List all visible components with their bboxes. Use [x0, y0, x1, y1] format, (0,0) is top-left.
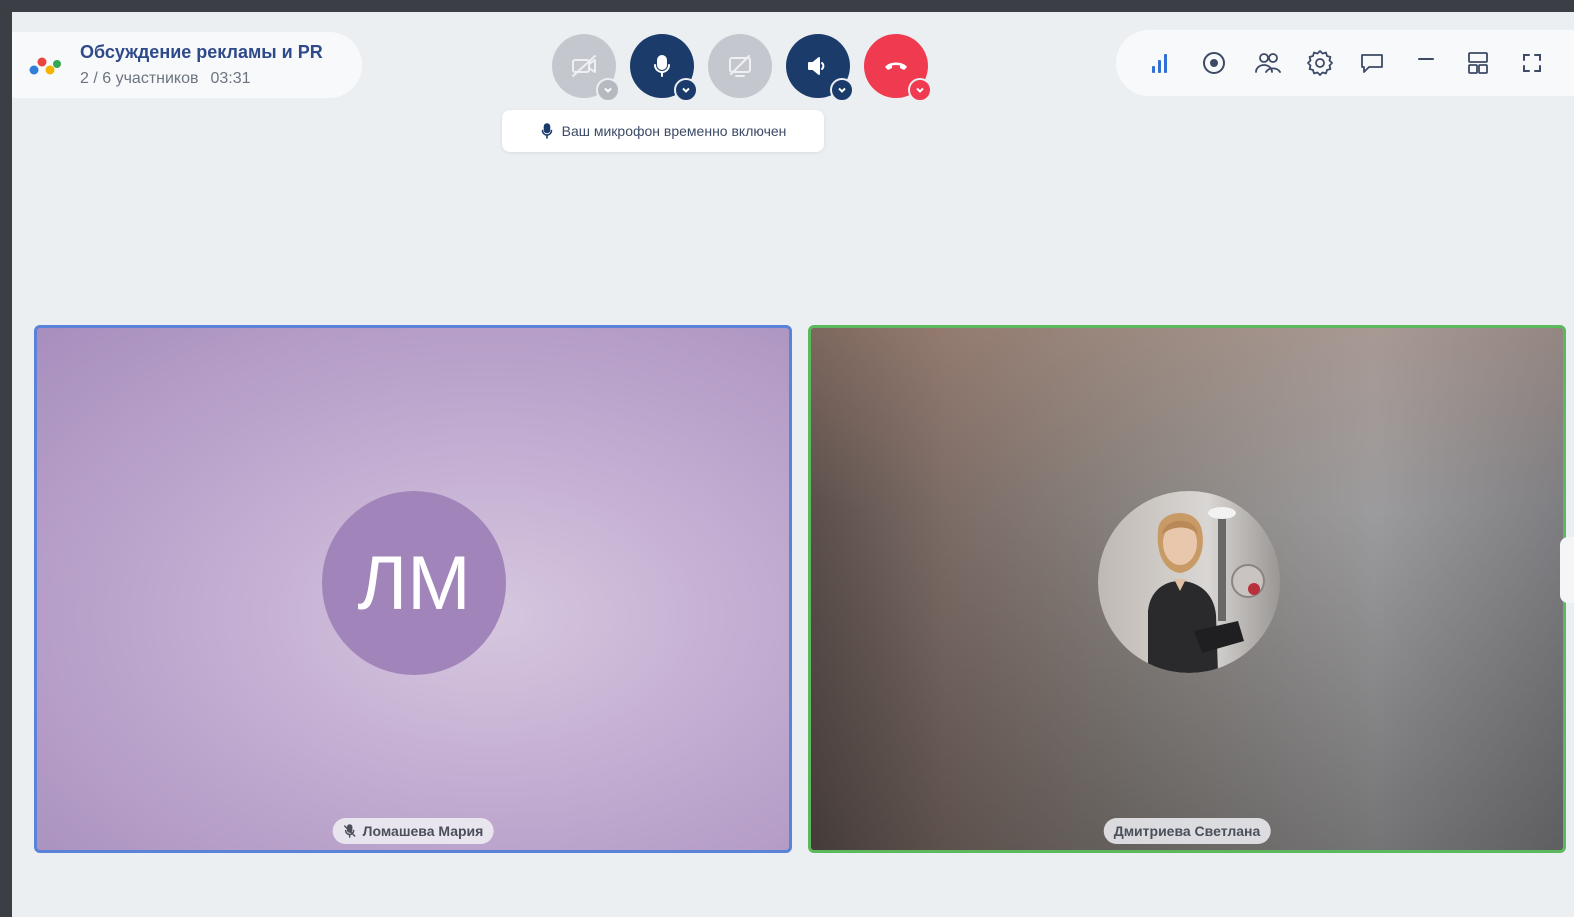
- speaker-options-chevron[interactable]: [830, 78, 854, 102]
- microphone-options-chevron[interactable]: [674, 78, 698, 102]
- conference-info: Обсуждение рекламы и PR 2 / 6 участников…: [12, 32, 362, 98]
- participant-name: Ломашева Мария: [362, 823, 484, 839]
- chevron-down-icon: [838, 87, 846, 93]
- chat-icon: [1361, 54, 1383, 73]
- minimize-icon: [1418, 58, 1434, 60]
- participant-tile[interactable]: Дмитриева Светлана: [808, 325, 1566, 853]
- microphone-icon: [654, 55, 670, 77]
- participants-icon: [1255, 53, 1281, 73]
- minimize-button[interactable]: [1410, 47, 1442, 79]
- tooltip-text: Ваш микрофон временно включен: [561, 123, 787, 139]
- record-button[interactable]: [1198, 47, 1230, 79]
- connection-quality-button[interactable]: [1144, 47, 1176, 79]
- participants-button[interactable]: [1252, 47, 1284, 79]
- microphone-toggle-button[interactable]: [630, 34, 698, 102]
- screen-share-off-icon: [729, 55, 751, 77]
- speaker-icon: [808, 57, 825, 75]
- fullscreen-button[interactable]: [1516, 47, 1548, 79]
- screen-share-toggle-button[interactable]: [708, 34, 772, 98]
- participant-name-tag: Дмитриева Светлана: [1103, 818, 1271, 844]
- microphone-icon: [541, 123, 552, 139]
- camera-toggle-button[interactable]: [552, 34, 620, 102]
- hang-up-options-chevron[interactable]: [908, 78, 932, 102]
- app-logo-icon: [29, 57, 61, 75]
- settings-button[interactable]: [1304, 47, 1336, 79]
- chat-button[interactable]: [1356, 47, 1388, 79]
- participant-name-tag: Ломашева Мария: [332, 818, 494, 844]
- conference-status: 2 / 6 участников 03:31: [80, 70, 251, 88]
- top-toolbar: [1116, 30, 1574, 96]
- hang-up-button[interactable]: [864, 34, 932, 102]
- avatar: [1098, 491, 1280, 673]
- conference-title: Обсуждение рекламы и PR: [80, 42, 323, 62]
- participants-count: 2 / 6 участников: [80, 70, 199, 87]
- microphone-tooltip: Ваш микрофон временно включен: [502, 110, 824, 152]
- phone-hangup-icon: [885, 62, 907, 70]
- conference-window: Обсуждение рекламы и PR 2 / 6 участников…: [12, 12, 1574, 917]
- participant-tile[interactable]: ЛМ Ломашева Мария: [34, 325, 792, 853]
- participant-name: Дмитриева Светлана: [1113, 823, 1261, 839]
- camera-options-chevron[interactable]: [596, 78, 620, 102]
- chevron-down-icon: [604, 87, 612, 93]
- layout-icon: [1468, 52, 1488, 74]
- chevron-down-icon: [916, 87, 924, 93]
- avatar-photo-icon: [1098, 491, 1280, 673]
- record-icon: [1203, 52, 1225, 74]
- signal-icon: [1152, 54, 1167, 73]
- call-timer: 03:31: [210, 70, 251, 87]
- camera-off-icon: [572, 55, 596, 77]
- side-panel-handle[interactable]: [1560, 537, 1574, 603]
- layout-button[interactable]: [1462, 47, 1494, 79]
- settings-icon: [1307, 50, 1333, 76]
- avatar: ЛМ: [322, 491, 506, 675]
- fullscreen-icon: [1523, 54, 1541, 72]
- speaker-toggle-button[interactable]: [786, 34, 854, 102]
- microphone-off-icon: [343, 824, 356, 838]
- chevron-down-icon: [682, 87, 690, 93]
